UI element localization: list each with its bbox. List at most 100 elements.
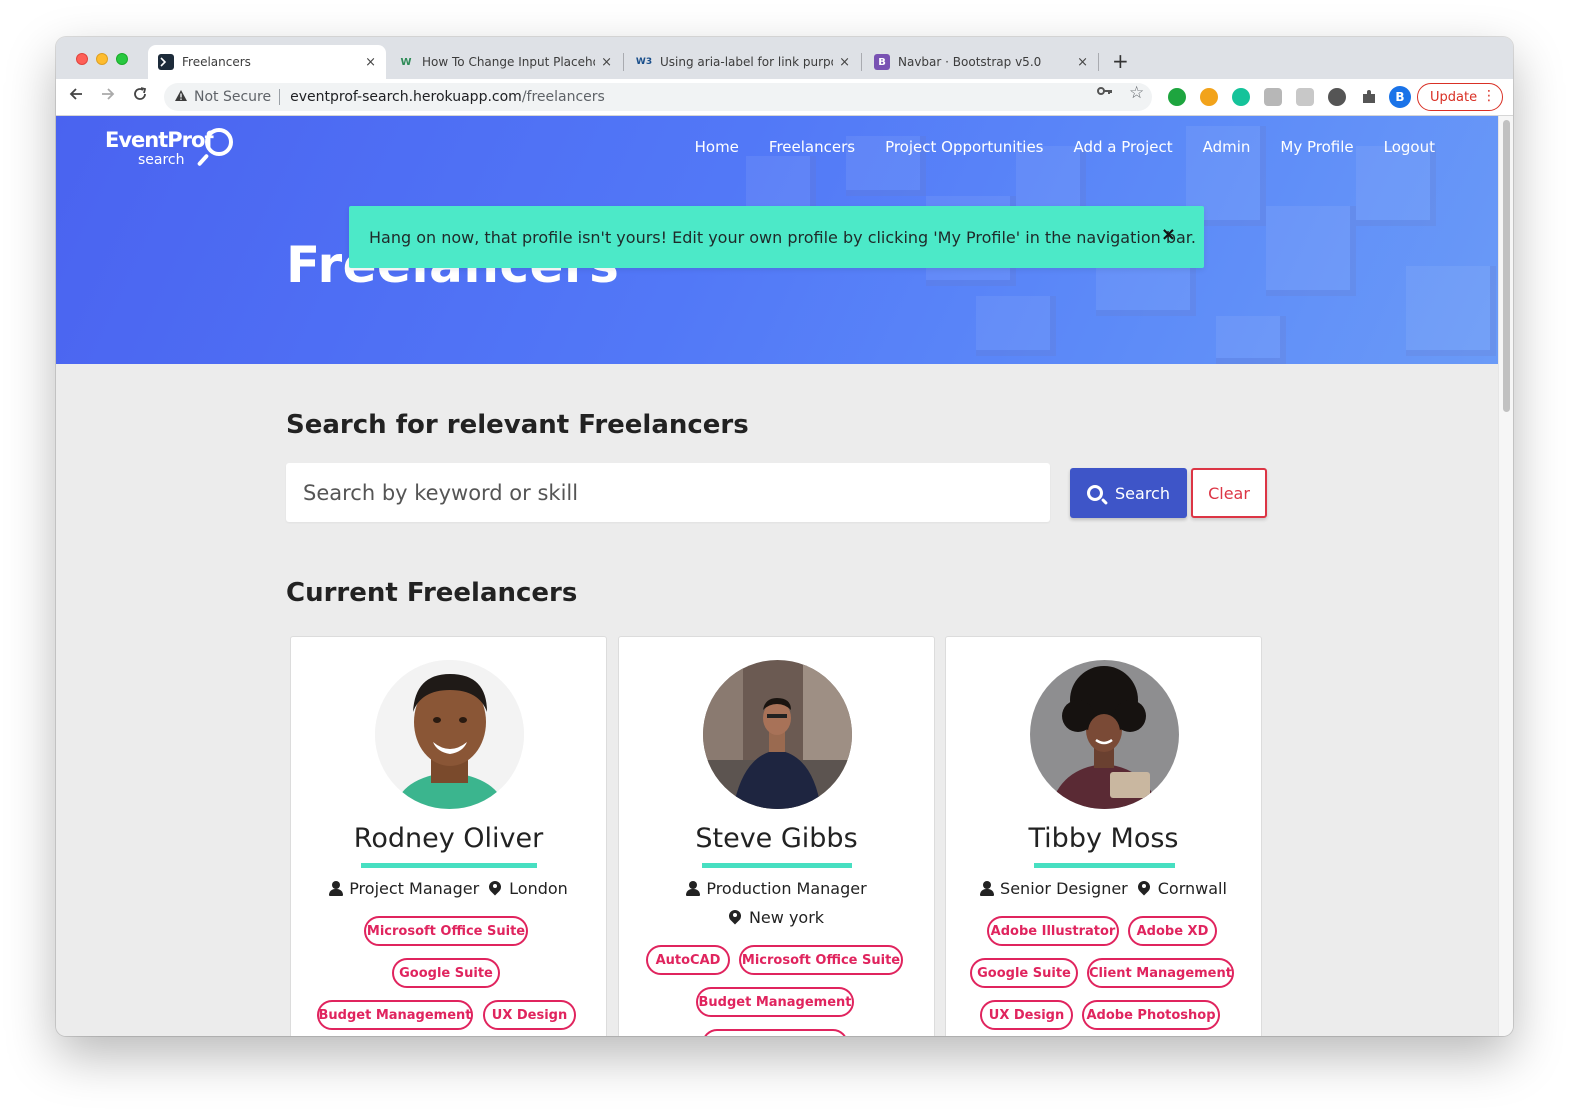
freelancer-name: Tibby Moss <box>1028 823 1179 854</box>
gray-extension-icon[interactable] <box>1264 88 1282 106</box>
orange-extension-icon[interactable] <box>1200 88 1218 106</box>
freelancers-heading: Current Freelancers <box>286 578 578 608</box>
skill-badge[interactable]: UX Design <box>483 1000 576 1030</box>
w-icon: W <box>400 56 412 68</box>
skill-badge[interactable]: Adobe XD <box>1128 916 1217 946</box>
freelancer-role: Production Manager <box>706 879 867 898</box>
name-underline <box>702 863 852 868</box>
nav-home[interactable]: Home <box>695 138 739 156</box>
tab-aria-label-article[interactable]: W3 Using aria-label for link purpos × <box>626 45 860 79</box>
freelancer-role: Project Manager <box>349 879 480 898</box>
tab-title: How To Change Input Placehol <box>422 55 596 69</box>
freelancer-card[interactable]: Tibby Moss Senior Designer Cornwall Adob… <box>945 636 1262 1036</box>
reload-icon[interactable] <box>132 86 148 107</box>
close-window-button[interactable] <box>76 53 88 65</box>
skill-badge[interactable]: Microsoft Office Suite <box>739 945 903 975</box>
tab-separator <box>861 53 862 71</box>
logo-brand: EventProf <box>105 128 214 152</box>
more-menu-icon[interactable]: ⋮ <box>1482 88 1496 104</box>
search-icon <box>1087 485 1104 501</box>
logo-sub: search <box>138 152 185 168</box>
minimize-window-button[interactable] <box>96 53 108 65</box>
hero-banner: EventProf search Home Freelancers Projec… <box>56 116 1498 364</box>
skill-badge[interactable]: Adobe Photoshop <box>1082 1000 1220 1030</box>
main-nav: Home Freelancers Project Opportunities A… <box>665 138 1435 156</box>
skill-badge[interactable]: Microsoft Office Suite <box>364 916 528 946</box>
nav-logout[interactable]: Logout <box>1384 138 1435 156</box>
search-heading: Search for relevant Freelancers <box>286 410 749 440</box>
url-host: eventprof-search.herokuapp.com <box>290 89 522 105</box>
tab-freelancers[interactable]: Freelancers × <box>148 45 386 79</box>
location-pin-icon <box>489 881 501 897</box>
forward-arrow-icon[interactable] <box>100 86 116 107</box>
puzzle-extensions-icon[interactable] <box>1360 88 1378 106</box>
skill-badge-partial[interactable] <box>702 1029 848 1036</box>
evernote-icon[interactable] <box>1168 88 1186 106</box>
site-logo[interactable]: EventProf search <box>105 128 233 168</box>
skill-badge[interactable]: AutoCAD <box>646 945 730 975</box>
new-tab-icon[interactable]: + <box>1112 49 1129 73</box>
freelancer-location: London <box>509 879 568 898</box>
decor-block <box>1266 206 1356 296</box>
star-icon[interactable]: ☆ <box>1129 83 1144 103</box>
clear-button[interactable]: Clear <box>1191 468 1267 518</box>
freelancer-meta: Production Manager <box>619 879 934 898</box>
skill-badge[interactable]: Budget Management <box>317 1000 473 1030</box>
alert-close-icon[interactable]: × <box>1161 224 1176 245</box>
avatar[interactable] <box>375 660 524 809</box>
freelancer-name: Rodney Oliver <box>353 823 544 854</box>
close-tab-icon[interactable]: × <box>601 55 612 70</box>
back-arrow-icon[interactable] <box>68 86 84 107</box>
close-tab-icon[interactable]: × <box>365 55 376 70</box>
maximize-window-button[interactable] <box>116 53 128 65</box>
browser-toolbar: Not Secure eventprof-search.herokuapp.co… <box>56 79 1513 116</box>
scrollbar-thumb[interactable] <box>1503 120 1510 412</box>
freelancer-card[interactable]: Rodney Oliver Project Manager London Mic… <box>290 636 607 1036</box>
nav-add-project[interactable]: Add a Project <box>1074 138 1173 156</box>
close-tab-icon[interactable]: × <box>839 55 850 70</box>
vc-extension-icon[interactable] <box>1296 88 1314 106</box>
freelancer-location: Cornwall <box>1157 879 1227 898</box>
wordpress-icon[interactable] <box>1328 88 1346 106</box>
skill-badge[interactable]: Client Management <box>1087 958 1234 988</box>
name-underline <box>361 863 537 868</box>
name-underline <box>1034 863 1175 868</box>
freelancer-name: Steve Gibbs <box>695 823 858 854</box>
search-button-label: Search <box>1115 483 1170 503</box>
skill-badge[interactable]: UX Design <box>980 1000 1073 1030</box>
location-pin-icon <box>1138 881 1150 897</box>
update-button[interactable]: Update ⋮ <box>1417 83 1503 111</box>
decor-block <box>976 296 1056 356</box>
search-button[interactable]: Search <box>1070 468 1187 518</box>
tab-bootstrap-navbar[interactable]: B Navbar · Bootstrap v5.0 × <box>864 45 1098 79</box>
nav-freelancers[interactable]: Freelancers <box>769 138 855 156</box>
search-input[interactable]: Search by keyword or skill <box>286 463 1050 522</box>
address-bar[interactable]: Not Secure eventprof-search.herokuapp.co… <box>164 83 1152 111</box>
magnifier-logo-icon <box>205 128 233 156</box>
user-icon <box>980 881 995 896</box>
skill-badge[interactable]: Google Suite <box>392 958 500 988</box>
avatar[interactable] <box>703 660 852 809</box>
vertical-scrollbar[interactable] <box>1498 116 1513 1036</box>
skill-badge[interactable]: Budget Management <box>696 987 854 1017</box>
update-label: Update <box>1430 89 1478 105</box>
grammarly-icon[interactable] <box>1232 88 1250 106</box>
w3-icon: W3 <box>635 57 653 67</box>
tab-placeholder-article[interactable]: W How To Change Input Placehol × <box>388 45 622 79</box>
bootstrap-icon: B <box>874 54 890 70</box>
user-icon <box>329 881 344 896</box>
freelancer-card[interactable]: Steve Gibbs Production Manager New york … <box>618 636 935 1036</box>
nav-admin[interactable]: Admin <box>1203 138 1251 156</box>
close-tab-icon[interactable]: × <box>1077 55 1088 70</box>
key-icon[interactable] <box>1097 85 1113 101</box>
location-pin-icon <box>729 910 741 926</box>
nav-my-profile[interactable]: My Profile <box>1280 138 1353 156</box>
security-label[interactable]: Not Secure <box>194 89 271 105</box>
terminal-icon <box>158 54 174 70</box>
profile-avatar[interactable]: B <box>1389 86 1411 108</box>
skill-badge[interactable]: Google Suite <box>970 958 1078 988</box>
nav-project-opportunities[interactable]: Project Opportunities <box>885 138 1043 156</box>
avatar[interactable] <box>1030 660 1179 809</box>
skill-badge[interactable]: Adobe Illustrator <box>987 916 1119 946</box>
page-viewport: EventProf search Home Freelancers Projec… <box>56 116 1498 1036</box>
